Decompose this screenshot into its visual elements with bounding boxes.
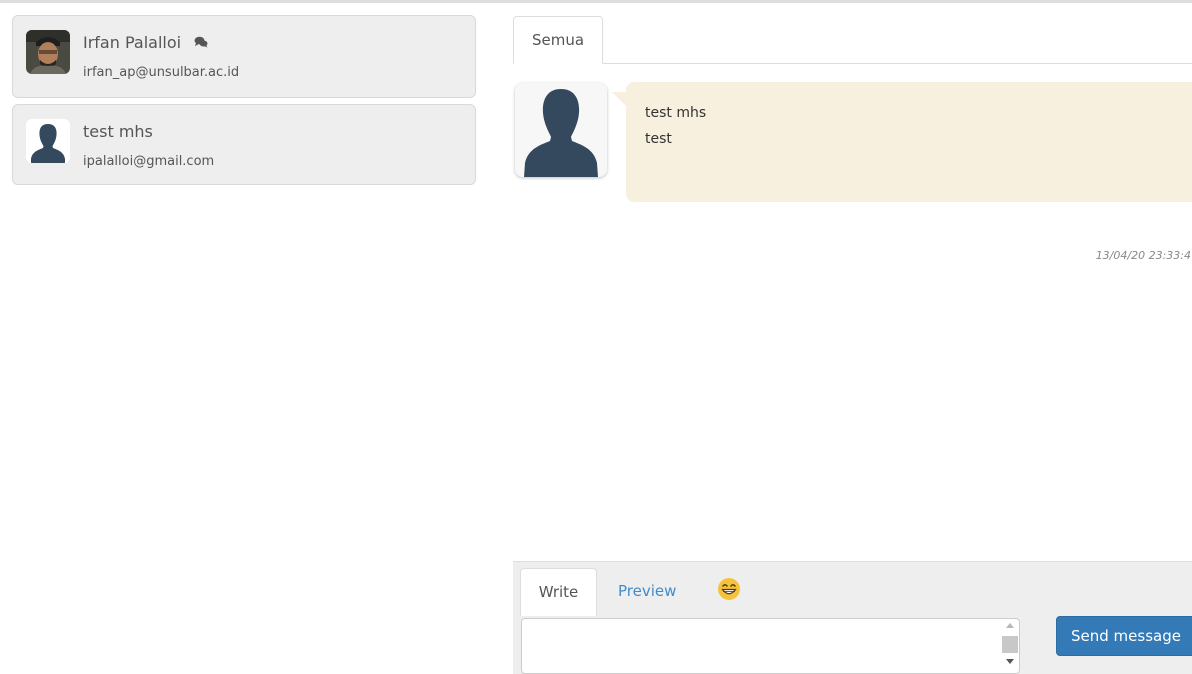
tab-write[interactable]: Write — [520, 568, 597, 616]
contact-email: irfan_ap@unsulbar.ac.id — [83, 65, 240, 80]
contact-name-text: Irfan Palalloi — [83, 33, 182, 52]
textarea-scrollbar[interactable] — [1001, 619, 1019, 669]
default-avatar-icon — [26, 119, 70, 163]
comments-icon — [194, 33, 208, 52]
contact-name: test mhs — [83, 122, 153, 141]
tab-bar-border — [513, 63, 1192, 64]
message-text: test — [645, 131, 672, 147]
message-timestamp: 13/04/20 23:33:47 — [1095, 249, 1192, 262]
contact-name: Irfan Palalloi — [83, 33, 208, 52]
default-avatar-icon — [515, 83, 607, 177]
contact-email: ipalalloi@gmail.com — [83, 154, 215, 169]
contact-item[interactable]: test mhs ipalalloi@gmail.com — [12, 104, 476, 185]
message-sender: test mhs — [645, 105, 707, 121]
bubble-tail — [612, 92, 626, 106]
top-border — [0, 0, 1192, 3]
message-bubble: 13/04/20 23:33:47 — [626, 82, 1192, 262]
tab-semua[interactable]: Semua — [513, 16, 603, 64]
tab-preview[interactable]: Preview — [618, 568, 676, 616]
grin-emoji-icon[interactable] — [717, 577, 741, 601]
message-input[interactable] — [521, 618, 1020, 674]
avatar — [26, 30, 70, 74]
send-message-button[interactable]: Send message — [1056, 616, 1192, 656]
contact-item[interactable]: Irfan Palalloi irfan_ap@unsulbar.ac.id — [12, 15, 476, 98]
